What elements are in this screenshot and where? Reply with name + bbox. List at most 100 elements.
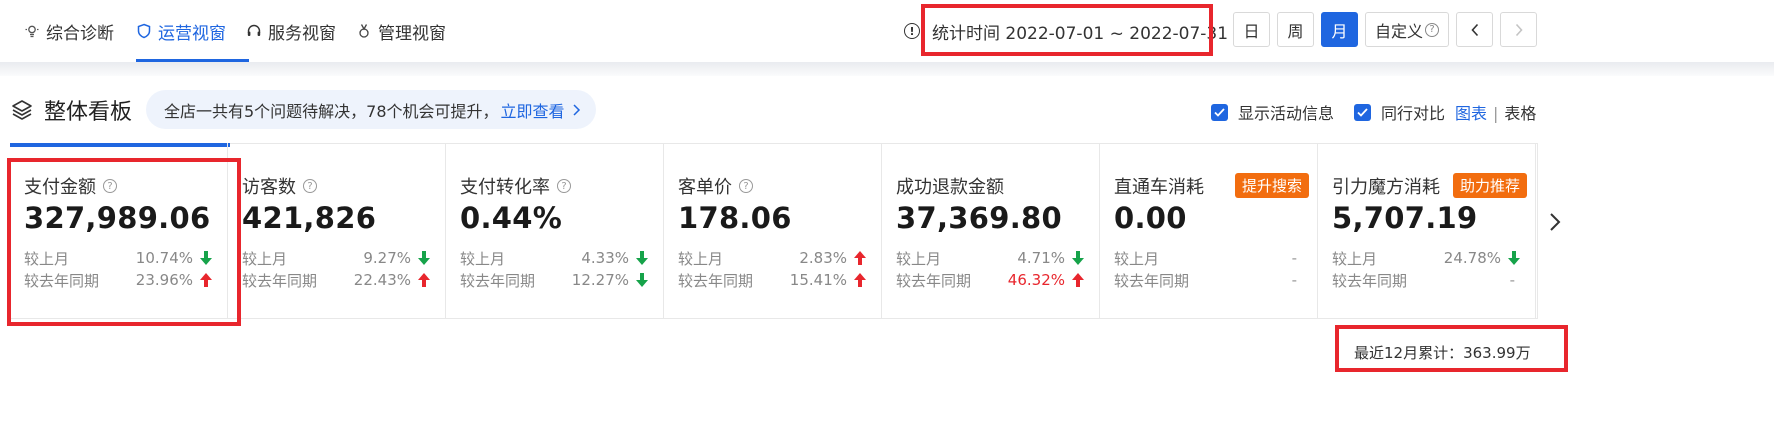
top-nav: 综合诊断 运营视窗 服务视窗 管理视窗 ! 统计时间 2022-07-01 ~ … [0, 0, 1774, 62]
metric-compare-row: 较去年同期 15.41% [678, 269, 867, 291]
metric-title-text: 直通车消耗 [1114, 177, 1204, 198]
headset-icon [247, 24, 261, 36]
divider: | [1493, 104, 1499, 123]
metric-card[interactable]: 客单价? 178.06 较上月 2.83% 较去年同期 15.41% [664, 143, 882, 319]
board-title: 整体看板 [10, 95, 132, 125]
promo-badge[interactable]: 助力推荐 [1452, 173, 1527, 198]
shield-icon [137, 23, 151, 39]
arrow-up-icon [854, 251, 866, 265]
arrow-down-icon [636, 273, 648, 287]
view-table-link[interactable]: 表格 [1504, 104, 1536, 123]
metric-value: 0.44% [460, 201, 563, 235]
chevron-right-icon[interactable] [1546, 210, 1564, 234]
metric-title-text: 引力魔方消耗 [1332, 177, 1440, 198]
tab-service-view[interactable]: 服务视窗 [246, 18, 336, 44]
notice-text: 全店一共有5个问题待解决，78个机会可提升， [164, 101, 499, 121]
checkbox-checked-icon [1211, 103, 1228, 121]
compare-label: 较去年同期 [460, 271, 536, 290]
show-activity-label: 显示活动信息 [1238, 104, 1335, 123]
compare-value: 9.27% [363, 249, 411, 267]
compare-label: 较上月 [460, 249, 506, 268]
metric-value: 37,369.80 [896, 201, 1062, 235]
checkbox-checked-icon [1354, 103, 1371, 121]
view-now-link[interactable]: 立即查看 [501, 98, 565, 122]
compare-label: 较去年同期 [1114, 271, 1190, 290]
tab-label: 服务视窗 [268, 23, 336, 44]
layers-icon [12, 100, 32, 120]
highlight-box-cumulative [1335, 325, 1568, 372]
metric-card[interactable]: 成功退款金额 37,369.80 较上月 4.71% 较去年同期 46.32% [882, 143, 1100, 319]
tab-management-view[interactable]: 管理视窗 [356, 18, 446, 44]
view-switch: 图表 | 表格 [1455, 100, 1536, 124]
view-chart-link[interactable]: 图表 [1455, 104, 1487, 123]
metric-card[interactable]: 引力魔方消耗 助力推荐 5,707.19 较上月 24.78% 较去年同期 - [1318, 143, 1536, 319]
help-icon[interactable]: ? [303, 179, 317, 193]
arrow-down-icon [1508, 251, 1520, 265]
tab-operations-view[interactable]: 运营视窗 [136, 18, 226, 44]
compare-label: 较上月 [1332, 249, 1378, 268]
arrow-up-icon [1072, 273, 1084, 287]
metric-compare-row: 较上月 4.33% [460, 247, 649, 269]
arrow-down-icon [418, 251, 430, 265]
issue-notice: 全店一共有5个问题待解决，78个机会可提升， 立即查看 [146, 90, 596, 129]
compare-label: 较上月 [242, 249, 288, 268]
compare-value: - [1509, 271, 1515, 289]
arrow-down-icon [636, 251, 648, 265]
metric-card[interactable]: 直通车消耗 提升搜索 0.00 较上月 - 较去年同期 - [1100, 143, 1318, 319]
metric-title-text: 成功退款金额 [896, 177, 1004, 198]
peer-compare-checkbox[interactable]: 同行对比 [1354, 100, 1445, 124]
compare-value: 12.27% [571, 271, 629, 289]
metric-title-text: 访客数 [242, 177, 296, 198]
compare-value: - [1291, 249, 1297, 267]
metric-title: 直通车消耗 [1114, 173, 1204, 199]
compare-value: - [1291, 271, 1297, 289]
compare-label: 较去年同期 [242, 271, 318, 290]
metric-compare-row: 较去年同期 12.27% [460, 269, 649, 291]
metric-compare-row: 较上月 9.27% [242, 247, 431, 269]
compare-value: 4.33% [581, 249, 629, 267]
compare-label: 较上月 [1114, 249, 1160, 268]
prev-period-button[interactable] [1456, 12, 1493, 47]
metric-compare-row: 较去年同期 - [1114, 269, 1303, 291]
period-month-button[interactable]: 月 [1321, 12, 1358, 47]
metric-title: 引力魔方消耗 [1332, 173, 1440, 199]
period-custom-button[interactable]: 自定义 ? [1365, 12, 1449, 47]
chevron-right-icon [1515, 23, 1523, 36]
compare-value: 2.83% [799, 249, 847, 267]
metric-value: 421,826 [242, 201, 377, 235]
metric-title: 访客数? [242, 173, 317, 199]
metric-compare-row: 较去年同期 - [1332, 269, 1521, 291]
help-icon: ? [1425, 22, 1439, 37]
compare-label: 较去年同期 [678, 271, 754, 290]
metric-compare-row: 较上月 2.83% [678, 247, 867, 269]
metric-compare-row: 较上月 24.78% [1332, 247, 1521, 269]
metric-value: 178.06 [678, 201, 792, 235]
metric-title-text: 支付转化率 [460, 177, 550, 198]
arrow-up-icon [854, 273, 866, 287]
highlight-box-payment [7, 158, 241, 326]
help-icon[interactable]: ? [739, 179, 753, 193]
compare-label: 较去年同期 [896, 271, 972, 290]
metric-card[interactable]: 访客数? 421,826 较上月 9.27% 较去年同期 22.43% [228, 143, 446, 319]
metric-title: 支付转化率? [460, 173, 571, 199]
help-icon[interactable]: ? [557, 179, 571, 193]
metric-title: 客单价? [678, 173, 753, 199]
compare-label: 较上月 [678, 249, 724, 268]
metric-title-text: 客单价 [678, 177, 732, 198]
tab-label: 管理视窗 [378, 23, 446, 44]
tab-comprehensive-diagnosis[interactable]: 综合诊断 [24, 18, 114, 44]
metric-title: 成功退款金额 [896, 173, 1004, 199]
promo-badge[interactable]: 提升搜索 [1234, 173, 1309, 198]
next-period-button[interactable] [1500, 12, 1537, 47]
compare-value: 46.32% [1007, 271, 1065, 289]
period-week-button[interactable]: 周 [1277, 12, 1314, 47]
show-activity-checkbox[interactable]: 显示活动信息 [1211, 100, 1334, 124]
metric-card[interactable]: 支付转化率? 0.44% 较上月 4.33% 较去年同期 12.27% [446, 143, 664, 319]
board-title-text: 整体看板 [44, 100, 133, 125]
section-divider [0, 62, 1774, 76]
period-custom-label: 自定义 [1374, 21, 1423, 41]
compare-value: 24.78% [1443, 249, 1501, 267]
period-day-button[interactable]: 日 [1233, 12, 1270, 47]
chevron-left-icon [1470, 23, 1478, 36]
compare-value: 22.43% [353, 271, 411, 289]
